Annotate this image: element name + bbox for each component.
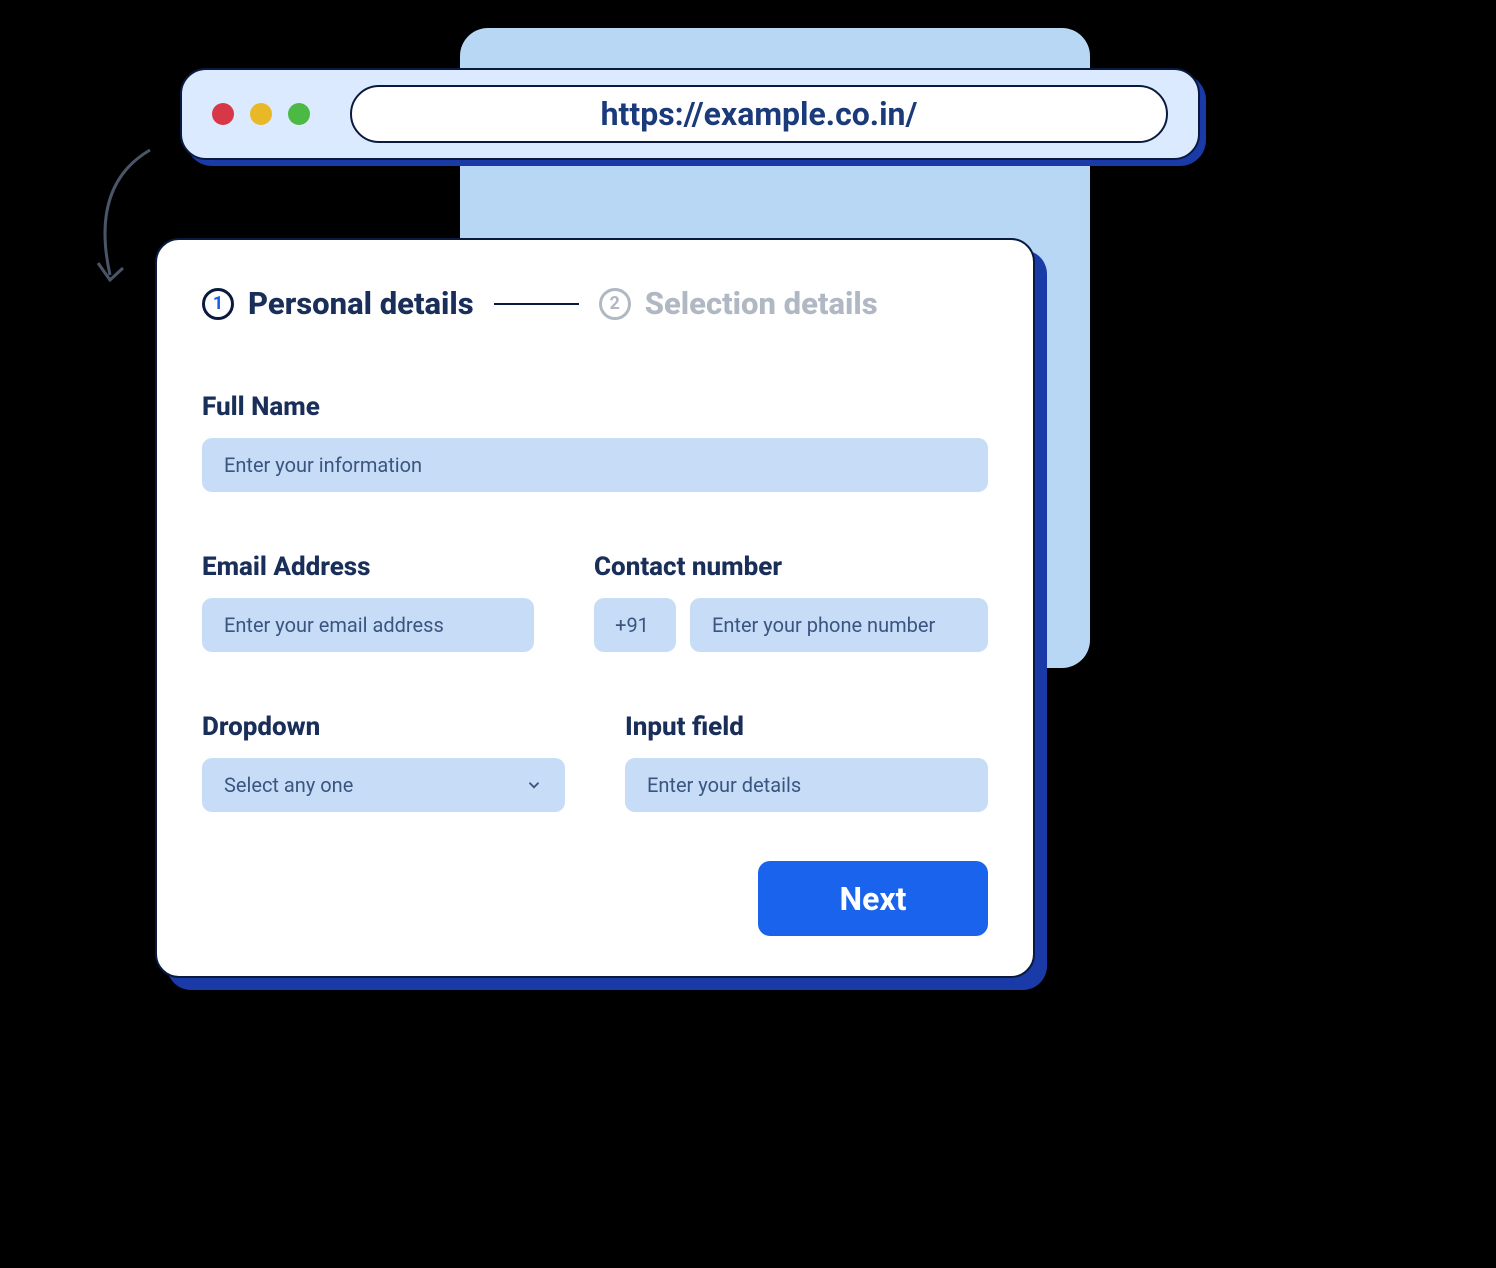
step-connector bbox=[494, 303, 579, 305]
phone-input[interactable] bbox=[690, 598, 988, 652]
field-email: Email Address bbox=[202, 552, 534, 652]
field-contact: Contact number +91 bbox=[594, 552, 988, 652]
field-input: Input field bbox=[625, 712, 988, 812]
traffic-lights bbox=[212, 103, 310, 125]
step-number-2: 2 bbox=[599, 288, 631, 320]
next-button[interactable]: Next bbox=[758, 861, 988, 936]
full-name-input[interactable] bbox=[202, 438, 988, 492]
url-text: https://example.co.in/ bbox=[601, 95, 918, 133]
country-code-select[interactable]: +91 bbox=[594, 598, 676, 652]
step-label-1: Personal details bbox=[248, 285, 474, 322]
dropdown-select[interactable]: Select any one bbox=[202, 758, 565, 812]
browser-bar: https://example.co.in/ bbox=[180, 68, 1200, 160]
maximize-icon[interactable] bbox=[288, 103, 310, 125]
full-name-label: Full Name bbox=[202, 392, 988, 422]
arrow-icon bbox=[60, 145, 160, 295]
field-dropdown: Dropdown Select any one bbox=[202, 712, 565, 812]
step-selection-details[interactable]: 2 Selection details bbox=[599, 285, 878, 322]
form-card: 1 Personal details 2 Selection details F… bbox=[155, 238, 1035, 978]
step-personal-details[interactable]: 1 Personal details bbox=[202, 285, 474, 322]
step-number-1: 1 bbox=[202, 288, 234, 320]
step-label-2: Selection details bbox=[645, 285, 878, 322]
close-icon[interactable] bbox=[212, 103, 234, 125]
stepper: 1 Personal details 2 Selection details bbox=[202, 285, 988, 322]
contact-label: Contact number bbox=[594, 552, 988, 582]
dropdown-label: Dropdown bbox=[202, 712, 565, 742]
url-bar[interactable]: https://example.co.in/ bbox=[350, 85, 1168, 143]
dropdown-placeholder: Select any one bbox=[224, 773, 353, 797]
email-input[interactable] bbox=[202, 598, 534, 652]
minimize-icon[interactable] bbox=[250, 103, 272, 125]
field-full-name: Full Name bbox=[202, 392, 988, 492]
email-label: Email Address bbox=[202, 552, 534, 582]
input-field-label: Input field bbox=[625, 712, 988, 742]
details-input[interactable] bbox=[625, 758, 988, 812]
country-code-text: +91 bbox=[615, 613, 649, 637]
chevron-down-icon bbox=[525, 776, 543, 794]
